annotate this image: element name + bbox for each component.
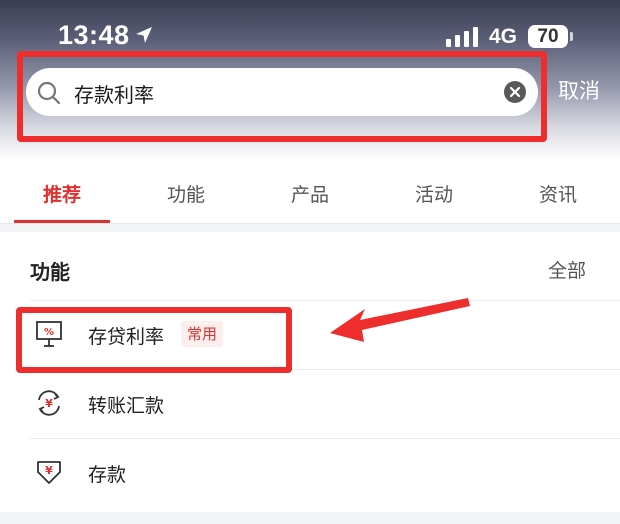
pointer-arrow-icon xyxy=(330,298,470,342)
